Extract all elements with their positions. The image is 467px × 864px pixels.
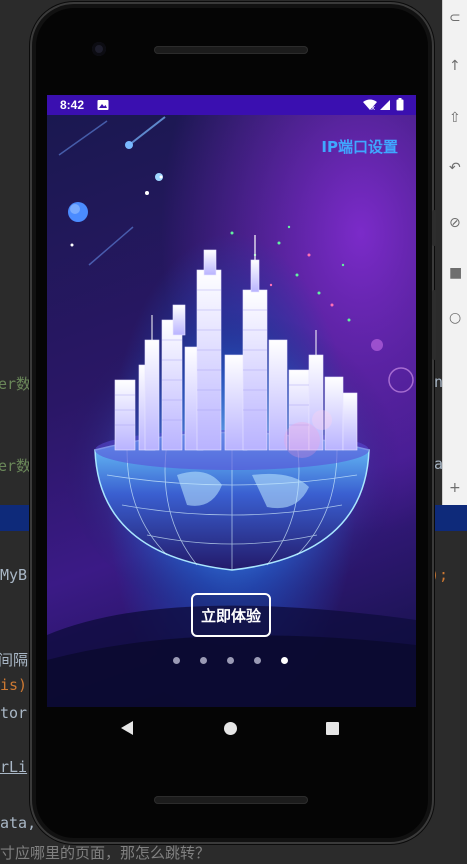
code-fragment: rLi (0, 758, 28, 776)
earpiece-speaker (154, 46, 308, 54)
wifi-icon: x (363, 99, 377, 114)
page-dot[interactable] (200, 657, 207, 664)
code-fragment: 间隔 (0, 651, 29, 669)
ide-tool-window-strip: ⊂ ↑ ⇧ ↶ ⊘ ■ ○ + (442, 0, 467, 530)
try-now-button[interactable]: 立即体验 (191, 593, 271, 637)
signal-icon (379, 99, 391, 114)
ide-toolbar-icon[interactable]: ⊘ (449, 215, 461, 231)
navigation-bar (47, 707, 416, 751)
power-button[interactable] (432, 210, 436, 246)
svg-text:x: x (371, 104, 375, 111)
page-dot[interactable] (227, 657, 234, 664)
ide-toolbar-icon[interactable]: ■ (449, 265, 462, 281)
ip-port-settings-link[interactable]: IP端口设置 (321, 136, 398, 157)
status-bar: 8:42 x (47, 95, 416, 115)
ide-toolbar-icon[interactable]: ↶ (449, 160, 461, 176)
ide-toolbar-icon[interactable]: ⇧ (449, 110, 461, 126)
page-dot[interactable] (173, 657, 180, 664)
code-fragment: a (434, 455, 444, 473)
page-dot-active[interactable] (281, 657, 288, 664)
volume-button[interactable] (432, 290, 436, 360)
ide-toolbar-icon[interactable]: ↑ (449, 58, 461, 74)
code-fragment: ata, (0, 814, 37, 832)
page-indicator (173, 657, 293, 667)
splash-page[interactable]: IP端口设置 立即体验 (47, 115, 416, 707)
code-fragment: n (434, 373, 444, 391)
ide-toolbar-icon[interactable]: + (449, 480, 461, 496)
code-fragment: er数 (0, 375, 32, 393)
battery-icon (396, 98, 404, 114)
ide-toolbar-icon[interactable]: ○ (449, 310, 461, 326)
code-fragment: tor (0, 704, 28, 722)
device-screen: 8:42 x IP端口设置 立即体验 (47, 95, 416, 707)
ide-toolbar-icon[interactable]: ⊂ (449, 10, 461, 26)
code-fragment: is) (0, 676, 28, 694)
code-fragment: 寸应哪里的页面，那怎么跳转？ (0, 844, 211, 862)
front-camera (92, 42, 106, 56)
status-time: 8:42 (60, 98, 85, 112)
bottom-speaker (154, 796, 308, 804)
code-fragment: MyB (0, 566, 28, 584)
image-icon (97, 99, 109, 114)
code-fragment: er数 (0, 457, 32, 475)
recents-icon[interactable] (326, 722, 339, 735)
back-icon[interactable] (121, 721, 133, 735)
page-dot[interactable] (254, 657, 261, 664)
home-icon[interactable] (224, 722, 237, 735)
